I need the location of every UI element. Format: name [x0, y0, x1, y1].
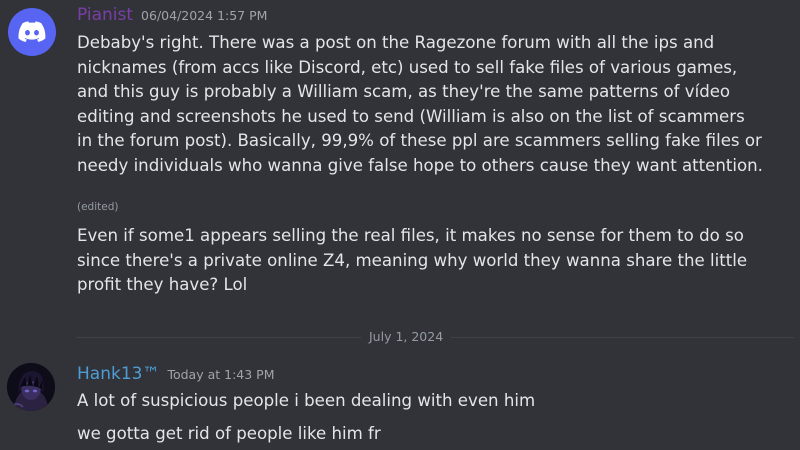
- timestamp[interactable]: Today at 1:43 PM: [167, 367, 274, 382]
- chat-messages-pane: Pianist 06/04/2024 1:57 PM Debaby's right…: [0, 0, 800, 450]
- message-text-line: needy individuals who wanna give false h…: [77, 155, 763, 175]
- message-header: Hank13™ Today at 1:43 PM: [77, 364, 274, 384]
- message-text-line: A lot of suspicious people i been dealin…: [77, 391, 536, 410]
- message-header: Pianist 06/04/2024 1:57 PM: [77, 5, 267, 25]
- message-text-line: in the forum post). Basically, 99,9% of …: [77, 131, 762, 150]
- message-text-line: Debaby's right. There was a post on the …: [77, 33, 715, 52]
- username[interactable]: Hank13™: [77, 364, 159, 384]
- message-text-line: and this guy is probably a William scam,…: [77, 82, 731, 101]
- dark-anime-avatar-icon: [7, 363, 55, 411]
- discord-logo-icon: [18, 21, 46, 42]
- edited-label: (edited): [77, 201, 119, 213]
- message-text-line: profit they have? Lol: [77, 275, 248, 294]
- message-text-line: since there's a private online Z4, meani…: [77, 250, 748, 270]
- message-text-line: we gotta get rid of people like him fr: [77, 424, 381, 443]
- username[interactable]: Pianist: [77, 5, 133, 25]
- timestamp[interactable]: 06/04/2024 1:57 PM: [141, 8, 267, 23]
- date-divider-label: July 1, 2024: [361, 328, 452, 346]
- message-text-line: nicknames (from accs like Discord, etc) …: [77, 57, 738, 77]
- avatar[interactable]: [8, 8, 56, 56]
- message-text-line: Even if some1 appears selling the real f…: [77, 226, 744, 245]
- message-text-line: editing and screenshots he used to send …: [77, 106, 745, 126]
- avatar[interactable]: [7, 363, 55, 411]
